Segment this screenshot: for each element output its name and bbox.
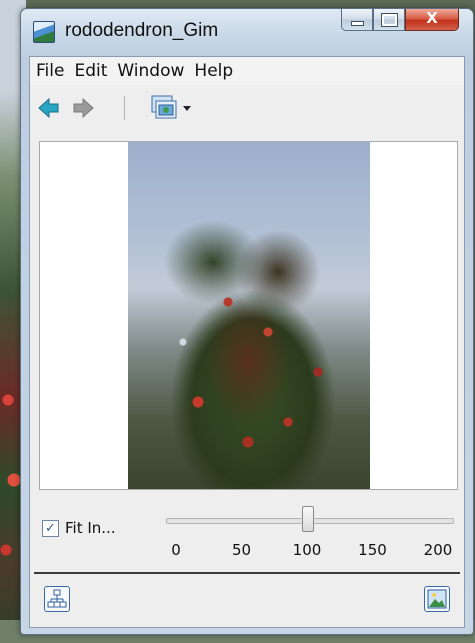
view-mode-icon[interactable]: [150, 94, 196, 122]
image-canvas[interactable]: [39, 141, 458, 490]
checkbox-box[interactable]: ✓: [42, 519, 59, 537]
zoom-tick-0: 0: [171, 541, 181, 559]
title-bar[interactable]: rododendron_Gim X: [21, 9, 473, 55]
rhododendron-photo: [128, 142, 370, 489]
menu-window[interactable]: Window: [112, 61, 189, 81]
zoom-tick-150: 150: [358, 541, 387, 559]
bottom-divider: [34, 572, 460, 574]
zoom-slider-thumb[interactable]: [302, 506, 314, 532]
close-button[interactable]: X: [405, 9, 459, 31]
back-arrow-icon[interactable]: [38, 97, 60, 119]
toolbar-separator: [124, 96, 125, 120]
fit-in-window-checkbox[interactable]: ✓ Fit In...: [42, 519, 116, 537]
fit-in-label: Fit In...: [65, 519, 116, 537]
toolbar: [30, 91, 464, 125]
menu-file[interactable]: File: [30, 61, 69, 81]
image-properties-button[interactable]: [424, 586, 450, 612]
menu-bar: File Edit Window Help: [30, 57, 464, 85]
dropdown-arrow-icon: [183, 106, 191, 111]
zoom-tick-200: 200: [423, 541, 453, 559]
hierarchy-button[interactable]: [44, 586, 70, 612]
zoom-tick-100: 100: [292, 541, 322, 559]
forward-arrow-icon[interactable]: [72, 97, 94, 119]
client-area: File Edit Window Help ✓ Fit In... 0 50 1…: [29, 56, 465, 628]
caption-buttons: X: [341, 9, 459, 31]
minimize-button[interactable]: [341, 9, 373, 31]
menu-edit[interactable]: Edit: [69, 61, 112, 81]
menu-help[interactable]: Help: [189, 61, 238, 81]
zoom-tick-50: 50: [231, 541, 252, 559]
hierarchy-icon: [47, 589, 67, 608]
window-title: rododendron_Gim: [65, 20, 219, 41]
maximize-button[interactable]: [373, 9, 405, 31]
image-icon: [427, 589, 447, 609]
app-icon: [33, 21, 55, 43]
image-viewer-window: rododendron_Gim X File Edit Window Help: [20, 8, 474, 635]
